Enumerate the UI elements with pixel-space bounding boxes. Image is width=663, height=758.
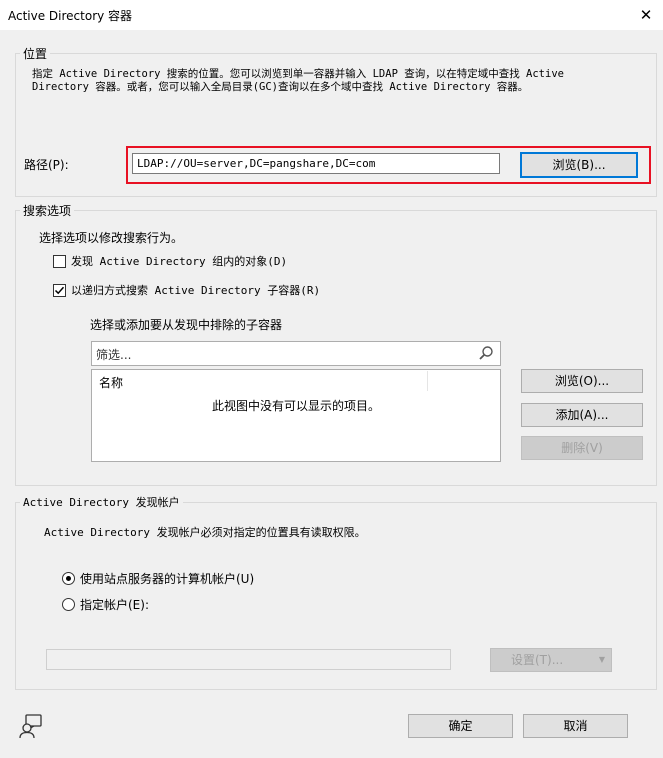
add-exclude-button[interactable]: 添加(A)... <box>521 403 643 427</box>
use-computer-account-label[interactable]: 使用站点服务器的计算机帐户(U) <box>80 570 254 587</box>
discover-group-objects-checkbox[interactable] <box>53 255 66 268</box>
recursive-search-checkbox[interactable] <box>53 284 66 297</box>
close-button[interactable]: ✕ <box>632 2 660 28</box>
location-group-title: 位置 <box>20 45 51 62</box>
path-label: 路径(P): <box>24 158 69 172</box>
recursive-search-label[interactable]: 以递归方式搜索 Active Directory 子容器(R) <box>71 282 320 298</box>
account-group-title: Active Directory 发现帐户 <box>20 494 183 510</box>
settings-button-label: 设置(T)... <box>511 653 564 667</box>
ok-button[interactable]: 确定 <box>408 714 513 738</box>
window-title: Active Directory 容器 <box>8 9 133 23</box>
cancel-button[interactable]: 取消 <box>523 714 628 738</box>
specify-account-radio[interactable] <box>62 598 75 611</box>
path-input[interactable]: LDAP://OU=server,DC=pangshare,DC=com <box>132 153 500 174</box>
search-options-group-title: 搜索选项 <box>20 202 75 219</box>
discover-group-objects-label[interactable]: 发现 Active Directory 组内的对象(D) <box>71 253 287 269</box>
list-empty-text: 此视图中没有可以显示的项目。 <box>212 399 381 413</box>
location-description-line2: Directory 容器。或者，您可以输入全局目录(GC)查询以在多个域中查找 … <box>32 81 529 93</box>
excluded-containers-list[interactable]: 名称 此视图中没有可以显示的项目。 <box>91 369 501 462</box>
browse-path-button[interactable]: 浏览(B)... <box>520 152 638 178</box>
list-column-name[interactable]: 名称 <box>99 374 123 391</box>
filter-input[interactable]: 筛选... <box>96 346 131 363</box>
column-divider <box>427 371 428 391</box>
use-computer-account-radio[interactable] <box>62 572 75 585</box>
chevron-down-icon: ▼ <box>598 655 605 664</box>
user-help-icon <box>19 714 42 739</box>
account-input[interactable] <box>46 649 451 670</box>
settings-button[interactable]: 设置(T)... ▼ <box>490 648 612 672</box>
delete-exclude-button[interactable]: 删除(V) <box>521 436 643 460</box>
search-options-instruction: 选择选项以修改搜索行为。 <box>39 231 184 245</box>
filter-box[interactable]: 筛选... <box>91 341 501 366</box>
checkmark-icon <box>54 286 65 295</box>
account-description: Active Directory 发现帐户必须对指定的位置具有读取权限。 <box>44 526 366 539</box>
exclude-containers-label: 选择或添加要从发现中排除的子容器 <box>90 318 283 332</box>
search-icon[interactable] <box>478 345 494 361</box>
specify-account-label[interactable]: 指定帐户(E): <box>80 596 149 613</box>
browse-exclude-button[interactable]: 浏览(O)... <box>521 369 643 393</box>
